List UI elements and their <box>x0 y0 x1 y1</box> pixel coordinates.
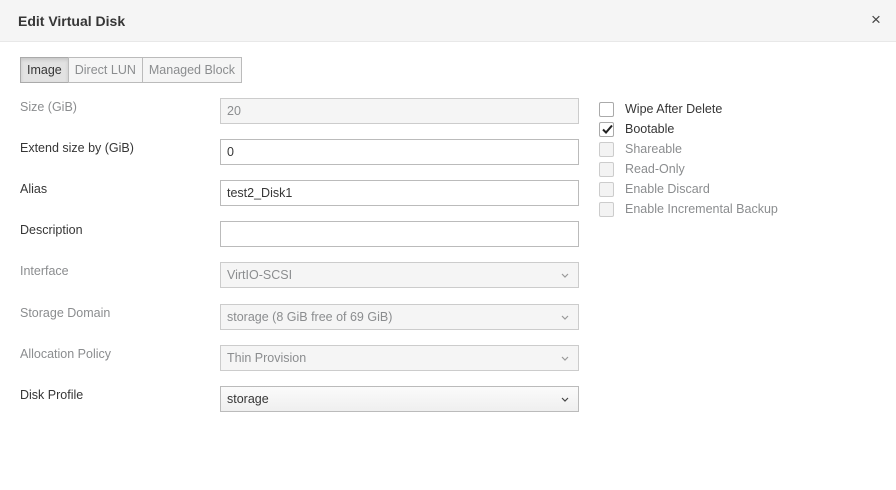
extend-size-input[interactable]: 0 <box>220 139 579 165</box>
disk-profile-value: storage <box>227 392 269 406</box>
enable-incremental-backup-checkbox <box>599 201 614 217</box>
shareable-option: Shareable <box>599 141 682 157</box>
disk-type-tabs: Image Direct LUN Managed Block <box>20 57 243 83</box>
enable-discard-checkbox <box>599 181 614 197</box>
description-input[interactable] <box>220 221 579 247</box>
allocation-policy-value: Thin Provision <box>227 351 307 365</box>
enable-discard-option: Enable Discard <box>599 181 710 197</box>
extend-size-label: Extend size by (GiB) <box>20 141 134 155</box>
alias-input[interactable]: test2_Disk1 <box>220 180 579 206</box>
close-icon[interactable]: × <box>866 10 886 30</box>
checkmark-icon <box>602 124 613 134</box>
allocation-policy-select: Thin Provision <box>220 345 579 371</box>
size-input: 20 <box>220 98 579 124</box>
alias-label: Alias <box>20 182 48 196</box>
enable-incremental-backup-label: Enable Incremental Backup <box>625 202 778 216</box>
bootable-option[interactable]: Bootable <box>599 121 674 137</box>
description-label: Description <box>20 223 83 237</box>
chevron-down-icon <box>560 353 570 363</box>
size-label: Size (GiB) <box>20 100 77 114</box>
tab-direct-lun[interactable]: Direct LUN <box>67 57 143 83</box>
enable-discard-label: Enable Discard <box>625 182 710 196</box>
allocation-policy-label: Allocation Policy <box>20 347 112 361</box>
interface-value: VirtIO-SCSI <box>227 268 293 282</box>
read-only-checkbox <box>599 161 614 177</box>
shareable-label: Shareable <box>625 142 682 156</box>
read-only-label: Read-Only <box>625 162 685 176</box>
bootable-label: Bootable <box>625 122 675 136</box>
interface-label: Interface <box>20 264 69 278</box>
read-only-option: Read-Only <box>599 161 685 177</box>
storage-domain-label: Storage Domain <box>20 306 111 320</box>
disk-profile-label: Disk Profile <box>20 388 84 402</box>
shareable-checkbox <box>599 141 614 157</box>
dialog-title: Edit Virtual Disk <box>18 13 126 29</box>
wipe-after-delete-option[interactable]: Wipe After Delete <box>599 101 722 117</box>
bootable-checkbox[interactable] <box>599 121 614 137</box>
interface-select: VirtIO-SCSI <box>220 262 579 288</box>
wipe-after-delete-checkbox[interactable] <box>599 101 614 117</box>
chevron-down-icon <box>560 394 570 404</box>
disk-profile-select[interactable]: storage <box>220 386 579 412</box>
chevron-down-icon <box>560 312 570 322</box>
dialog-header: Edit Virtual Disk × <box>0 0 896 42</box>
enable-incremental-backup-option: Enable Incremental Backup <box>599 201 778 217</box>
wipe-after-delete-label: Wipe After Delete <box>625 102 723 116</box>
chevron-down-icon <box>560 270 570 280</box>
storage-domain-select: storage (8 GiB free of 69 GiB) <box>220 304 579 330</box>
tab-image[interactable]: Image <box>20 57 69 83</box>
tab-managed-block[interactable]: Managed Block <box>141 57 243 83</box>
storage-domain-value: storage (8 GiB free of 69 GiB) <box>227 310 393 324</box>
